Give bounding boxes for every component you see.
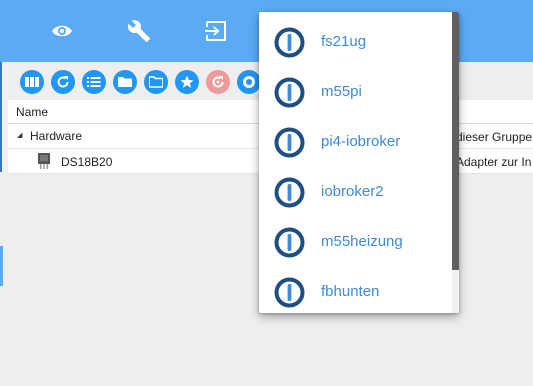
eye-button[interactable]: [42, 12, 82, 50]
eye-icon: [52, 25, 72, 37]
left-panel-edge: [0, 62, 2, 172]
sensor-icon: [38, 153, 50, 169]
host-menu: fs21ug m55pi pi4-iobroker iobroker2 m55h…: [259, 12, 459, 313]
device-label: DS18B20: [61, 155, 113, 169]
folder-open-icon: [149, 76, 163, 88]
host-menu-item-label: pi4-iobroker: [321, 133, 401, 150]
host-menu-item-label: m55heizung: [321, 233, 403, 250]
reload-button[interactable]: [206, 70, 230, 94]
group-description: dieser Gruppe: [456, 130, 533, 144]
menu-scrollbar[interactable]: [452, 12, 459, 313]
wrench-button[interactable]: [119, 12, 159, 50]
iobroker-logo-icon: [274, 77, 305, 108]
host-menu-item-label: fbhunten: [321, 283, 380, 300]
folder-button[interactable]: [113, 70, 137, 94]
star-icon: [180, 75, 194, 88]
group-label: Hardware: [30, 129, 83, 143]
refresh-icon: [57, 76, 69, 88]
iobroker-logo-icon: [274, 27, 305, 58]
list-button[interactable]: [82, 70, 106, 94]
left-panel-edge-lower: [0, 246, 3, 286]
iobroker-logo-icon: [274, 277, 305, 308]
menu-scrollbar-thumb[interactable]: [452, 12, 459, 270]
host-menu-item[interactable]: fs21ug: [259, 16, 452, 66]
login-icon: [205, 21, 226, 41]
refresh-button[interactable]: [51, 70, 75, 94]
host-menu-item[interactable]: m55pi: [259, 66, 452, 116]
folder-icon: [118, 77, 132, 87]
github-button[interactable]: [237, 70, 261, 94]
iobroker-logo-icon: [274, 127, 305, 158]
iobroker-logo-icon: [274, 227, 305, 258]
columns-button[interactable]: [20, 70, 44, 94]
reload-disabled-icon: [212, 76, 224, 88]
host-menu-item-label: fs21ug: [321, 33, 367, 50]
host-menu-item-label: iobroker2: [321, 183, 384, 200]
host-menu-item[interactable]: fbhunten: [259, 266, 452, 313]
columns-icon: [25, 77, 39, 87]
folder-open-button[interactable]: [144, 70, 168, 94]
tree-collapse-icon[interactable]: ◢: [17, 131, 22, 139]
wrench-icon: [127, 20, 150, 42]
host-menu-item[interactable]: m55heizung: [259, 216, 452, 266]
column-header-name[interactable]: Name: [16, 105, 48, 119]
device-description: Adapter zur In: [456, 155, 532, 169]
list-icon: [87, 77, 101, 87]
host-menu-item[interactable]: pi4-iobroker: [259, 116, 452, 166]
iobroker-logo-icon: [274, 177, 305, 208]
login-button[interactable]: [196, 12, 236, 50]
host-menu-item[interactable]: iobroker2: [259, 166, 452, 216]
github-icon: [243, 76, 255, 88]
favorites-button[interactable]: [175, 70, 199, 94]
host-menu-item-label: m55pi: [321, 83, 362, 100]
